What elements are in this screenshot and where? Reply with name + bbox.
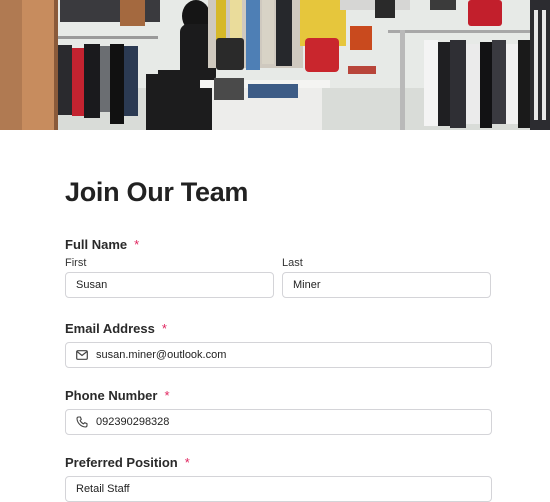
clothing-store-photo <box>0 0 550 130</box>
last-name-input[interactable] <box>293 279 480 291</box>
first-name-sublabel: First <box>65 257 87 269</box>
first-name-field[interactable] <box>65 272 274 298</box>
phone-group: Phone Number * <box>65 388 492 435</box>
required-asterisk: * <box>164 388 170 403</box>
position-field[interactable] <box>65 476 492 502</box>
required-asterisk: * <box>134 237 140 252</box>
header-banner-image <box>0 0 550 130</box>
position-input[interactable] <box>76 483 481 495</box>
application-form: Join Our Team Full Name * First Last E <box>65 130 492 502</box>
full-name-group: Full Name * First Last <box>65 237 492 298</box>
phone-field[interactable] <box>65 409 492 435</box>
last-name-field[interactable] <box>282 272 491 298</box>
email-input[interactable] <box>96 349 481 361</box>
phone-label: Phone Number * <box>65 388 170 403</box>
last-name-sublabel: Last <box>282 257 303 269</box>
position-label: Preferred Position * <box>65 455 190 470</box>
first-name-input[interactable] <box>76 279 263 291</box>
required-asterisk: * <box>161 321 167 336</box>
phone-input[interactable] <box>96 416 481 428</box>
envelope-icon <box>76 349 88 361</box>
required-asterisk: * <box>184 455 190 470</box>
email-field[interactable] <box>65 342 492 368</box>
phone-icon <box>76 416 88 428</box>
email-group: Email Address * <box>65 321 492 368</box>
page-title: Join Our Team <box>65 177 249 207</box>
full-name-label: Full Name * <box>65 237 140 252</box>
email-label: Email Address * <box>65 321 167 336</box>
position-group: Preferred Position * <box>65 455 492 502</box>
